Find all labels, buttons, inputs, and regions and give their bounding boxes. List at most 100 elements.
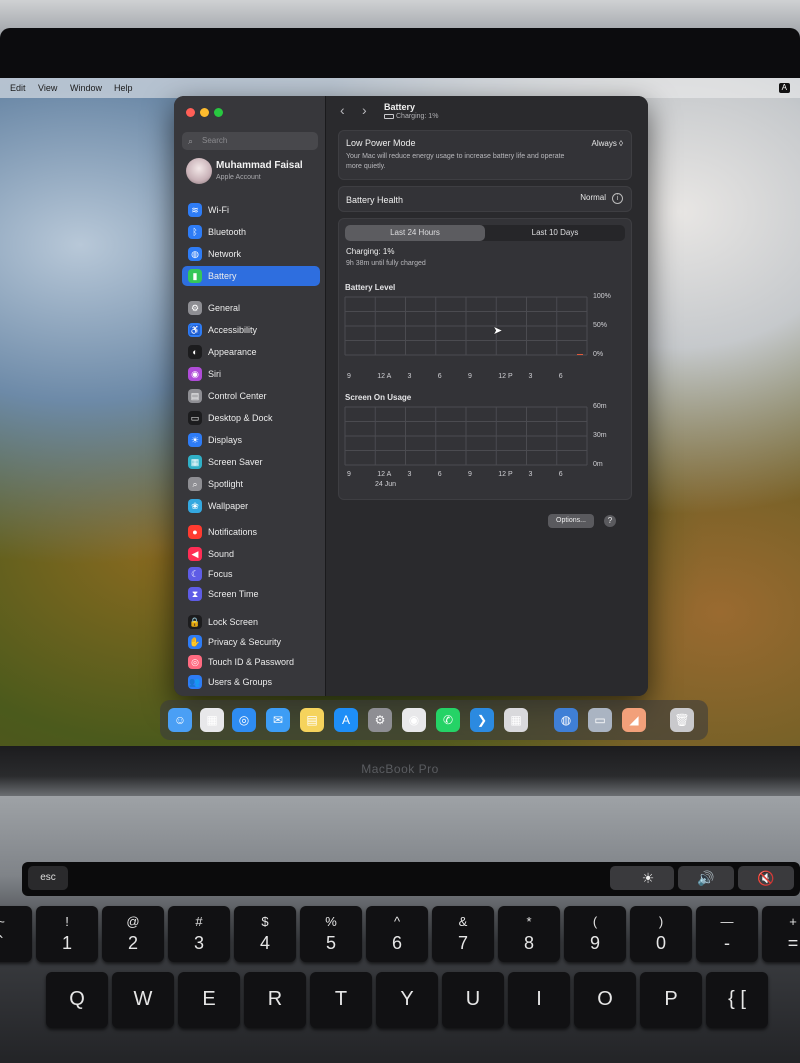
menu-bar: Edit View Window Help A bbox=[0, 78, 800, 98]
key-u[interactable]: U bbox=[442, 972, 504, 1028]
help-button[interactable]: ? bbox=[604, 515, 616, 527]
key-4[interactable]: $4 bbox=[234, 906, 296, 962]
key-7[interactable]: & 7 bbox=[432, 906, 494, 962]
esc-key[interactable]: esc bbox=[28, 866, 68, 890]
menu-window[interactable]: Window bbox=[70, 83, 102, 93]
key-q[interactable]: Q bbox=[46, 972, 108, 1028]
menu-edit[interactable]: Edit bbox=[10, 83, 26, 93]
sidebar-item-control-center[interactable]: ▤ Control Center bbox=[182, 386, 320, 406]
zoom-window-button[interactable] bbox=[214, 108, 223, 117]
sidebar-item-general[interactable]: ⚙ General bbox=[182, 298, 320, 318]
key-i[interactable]: I bbox=[508, 972, 570, 1028]
sidebar-item-wallpaper[interactable]: ❀ Wallpaper bbox=[182, 496, 320, 516]
sidebar-item-notifications[interactable]: ● Notifications bbox=[182, 522, 320, 542]
tab-last-24-hours[interactable]: Last 24 Hours bbox=[345, 225, 485, 241]
key-r[interactable]: R bbox=[244, 972, 306, 1028]
mail-icon[interactable]: ✉ bbox=[266, 708, 290, 732]
input-source-indicator[interactable]: A bbox=[778, 83, 790, 93]
minimize-window-button[interactable] bbox=[200, 108, 209, 117]
search-input[interactable]: ⌕ Search bbox=[182, 132, 318, 150]
screenshot-app-icon[interactable]: ▭ bbox=[588, 708, 612, 732]
key-equals[interactable]: + = bbox=[762, 906, 800, 962]
trash-icon[interactable]: 🗑 bbox=[670, 708, 694, 732]
whatsapp-icon[interactable]: ✆ bbox=[436, 708, 460, 732]
finder-icon[interactable]: ☺ bbox=[168, 708, 192, 732]
apple-account-profile[interactable]: Muhammad Faisal Apple Account bbox=[182, 156, 322, 190]
sidebar-item-screen-time[interactable]: ⧗ Screen Time bbox=[182, 584, 320, 604]
app-store-icon[interactable]: A bbox=[334, 708, 358, 732]
bell-icon: ● bbox=[188, 525, 202, 539]
low-power-mode-select[interactable]: Always ◊ bbox=[591, 139, 623, 148]
options-button[interactable]: Options... bbox=[548, 514, 594, 528]
key-main-label: W bbox=[133, 988, 153, 1010]
brightness-icon[interactable]: ☀ bbox=[622, 866, 674, 890]
appearance-icon: ◐ bbox=[188, 345, 202, 359]
close-window-button[interactable] bbox=[186, 108, 195, 117]
calculator-icon[interactable]: ▦ bbox=[504, 708, 528, 732]
sidebar-item-wi-fi[interactable]: ≋ Wi-Fi bbox=[182, 200, 320, 220]
sidebar-item-label: Desktop & Dock bbox=[208, 413, 273, 423]
sidebar: ⌕ Search Muhammad Faisal Apple Account ≋… bbox=[174, 96, 326, 696]
sidebar-item-accessibility[interactable]: ♿ Accessibility bbox=[182, 320, 320, 340]
menu-view[interactable]: View bbox=[38, 83, 57, 93]
volume-icon[interactable]: 🔊 bbox=[678, 866, 734, 890]
key-backtick[interactable]: ~ ` bbox=[0, 906, 32, 962]
speaker-icon: ◀ bbox=[188, 547, 202, 561]
info-icon[interactable]: i bbox=[612, 193, 623, 204]
key-9[interactable]: (9 bbox=[564, 906, 626, 962]
key-minus[interactable]: — - bbox=[696, 906, 758, 962]
key-main-label: { [ bbox=[728, 988, 746, 1010]
sidebar-item-network[interactable]: ◍ Network bbox=[182, 244, 320, 264]
key-[interactable]: { [ bbox=[706, 972, 768, 1028]
menu-help[interactable]: Help bbox=[114, 83, 133, 93]
sidebar-item-battery[interactable]: ▮ Battery bbox=[182, 266, 320, 286]
drawing-app-icon[interactable]: ◢ bbox=[622, 708, 646, 732]
tab-last-10-days[interactable]: Last 10 Days bbox=[485, 225, 625, 241]
x-tick-label: 12 P bbox=[498, 471, 513, 478]
sidebar-item-screen-saver[interactable]: ▦ Screen Saver bbox=[182, 452, 320, 472]
sidebar-item-lock-screen[interactable]: 🔒 Lock Screen bbox=[182, 612, 320, 632]
notes-icon[interactable]: ▤ bbox=[300, 708, 324, 732]
y-tick-label: 50% bbox=[593, 322, 608, 329]
key-e[interactable]: E bbox=[178, 972, 240, 1028]
forward-chevron-icon[interactable]: › bbox=[362, 102, 367, 118]
accessibility-icon: ♿ bbox=[188, 323, 202, 337]
sidebar-item-touch-id-password[interactable]: ◎ Touch ID & Password bbox=[182, 652, 320, 672]
chrome-icon[interactable]: ◉ bbox=[402, 708, 426, 732]
quicktime-icon[interactable]: ◍ bbox=[554, 708, 578, 732]
page-title: Battery bbox=[384, 102, 416, 112]
key-2[interactable]: @2 bbox=[102, 906, 164, 962]
time-range-segmented-control: Last 24 Hours Last 10 Days bbox=[345, 225, 625, 241]
key-8[interactable]: * 8 bbox=[498, 906, 560, 962]
x-tick-label: 3 bbox=[407, 373, 412, 380]
key-main-label: E bbox=[202, 988, 216, 1010]
key-w[interactable]: W bbox=[112, 972, 174, 1028]
safari-icon[interactable]: ◎ bbox=[232, 708, 256, 732]
sidebar-item-spotlight[interactable]: ⌕ Spotlight bbox=[182, 474, 320, 494]
key-main-label: O bbox=[597, 988, 613, 1010]
key-5[interactable]: % 5 bbox=[300, 906, 362, 962]
key-y[interactable]: Y bbox=[376, 972, 438, 1028]
system-settings-icon[interactable]: ⚙ bbox=[368, 708, 392, 732]
back-chevron-icon[interactable]: ‹ bbox=[340, 102, 345, 118]
sidebar-item-focus[interactable]: ☾ Focus bbox=[182, 564, 320, 584]
key-1[interactable]: ! 1 bbox=[36, 906, 98, 962]
sidebar-item-sound[interactable]: ◀ Sound bbox=[182, 544, 320, 564]
launchpad-icon[interactable]: ▦ bbox=[200, 708, 224, 732]
users-icon: 👥 bbox=[188, 675, 202, 689]
key-3[interactable]: #3 bbox=[168, 906, 230, 962]
vscode-icon[interactable]: ❯ bbox=[470, 708, 494, 732]
mute-icon[interactable]: 🔇 bbox=[738, 866, 794, 890]
sidebar-item-siri[interactable]: ◉ Siri bbox=[182, 364, 320, 384]
key-6[interactable]: ^ 6 bbox=[366, 906, 428, 962]
sidebar-item-appearance[interactable]: ◐ Appearance bbox=[182, 342, 320, 362]
key-p[interactable]: P bbox=[640, 972, 702, 1028]
key-o[interactable]: O bbox=[574, 972, 636, 1028]
sidebar-item-bluetooth[interactable]: ᛒ Bluetooth bbox=[182, 222, 320, 242]
sidebar-item-displays[interactable]: ☀ Displays bbox=[182, 430, 320, 450]
sidebar-item-privacy-security[interactable]: ✋ Privacy & Security bbox=[182, 632, 320, 652]
key-t[interactable]: T bbox=[310, 972, 372, 1028]
key-0[interactable]: ) 0 bbox=[630, 906, 692, 962]
sidebar-item-desktop-dock[interactable]: ▭ Desktop & Dock bbox=[182, 408, 320, 428]
sidebar-item-users-groups[interactable]: 👥 Users & Groups bbox=[182, 672, 320, 692]
